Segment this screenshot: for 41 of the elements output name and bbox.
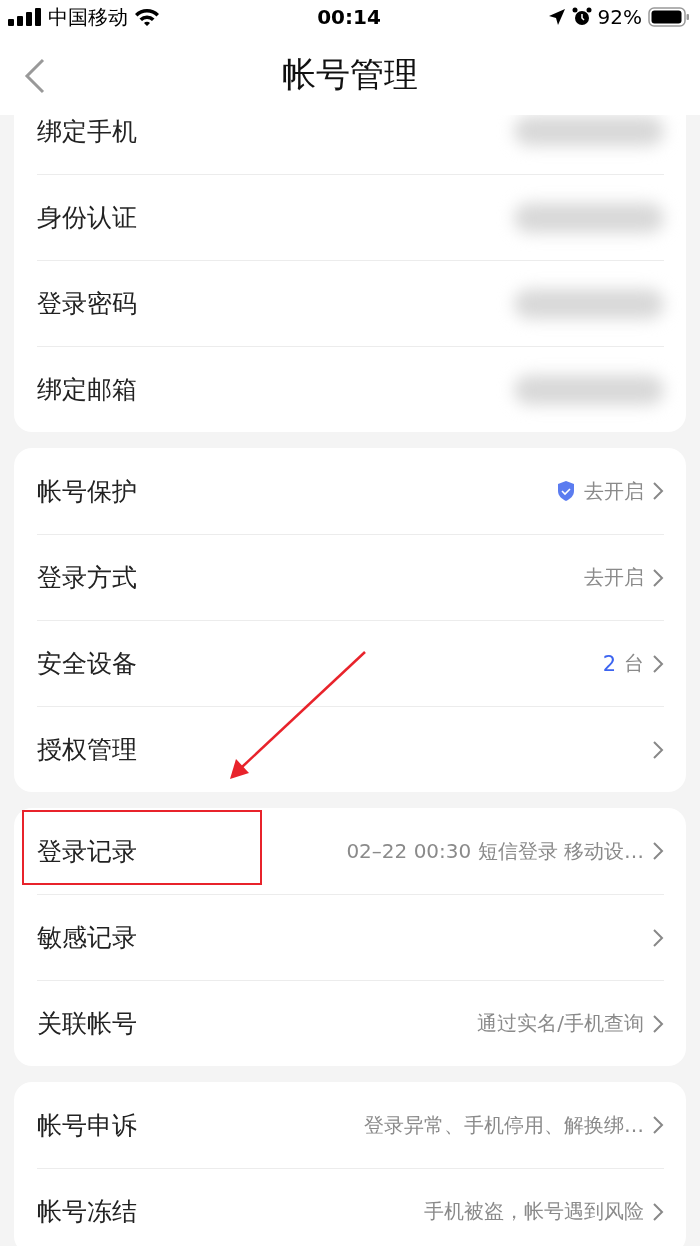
chevron-icon xyxy=(652,567,664,588)
signal-icon xyxy=(8,8,42,26)
chevron-icon xyxy=(652,739,664,760)
chevron-icon xyxy=(652,653,664,674)
device-count: 2 xyxy=(602,651,616,676)
chevron-icon xyxy=(652,1115,664,1135)
carrier-name: 中国移动 xyxy=(48,3,128,31)
back-icon[interactable] xyxy=(24,58,46,94)
row-label[interactable]: 帐号保护 xyxy=(37,474,137,508)
chevron-icon xyxy=(652,927,664,948)
row-label[interactable]: 帐号冻结 xyxy=(37,1195,137,1228)
chevron-icon xyxy=(652,1201,664,1222)
row-label[interactable]: 登录记录 xyxy=(37,834,137,868)
chevron-icon xyxy=(652,1013,664,1034)
row-value: 登录异常、手机停用、解换绑… xyxy=(364,1111,644,1139)
row-label[interactable]: 登录方式 xyxy=(37,561,137,594)
wifi-icon xyxy=(134,7,160,27)
count-unit: 台 xyxy=(624,650,644,677)
row-label[interactable]: 敏感记录 xyxy=(37,921,137,954)
chevron-icon xyxy=(652,481,664,501)
row-label[interactable]: 绑定手机 xyxy=(37,115,137,148)
location-arrow-icon xyxy=(547,8,566,26)
shield-icon xyxy=(556,480,576,502)
row-value: 去开启 xyxy=(584,564,644,591)
row-label[interactable]: 登录密码 xyxy=(37,287,137,320)
row-value: 02–22 00:30 短信登录 移动设… xyxy=(346,837,644,865)
row-label[interactable]: 授权管理 xyxy=(37,733,137,766)
row-value: 手机被盗，帐号遇到风险 xyxy=(424,1198,644,1225)
row-label[interactable]: 帐号申诉 xyxy=(37,1108,137,1142)
alarm-clock-icon xyxy=(571,7,592,27)
row-label[interactable]: 绑定邮箱 xyxy=(37,373,137,406)
row-label[interactable]: 身份认证 xyxy=(37,201,137,234)
row-value: 通过实名/手机查询 xyxy=(477,1010,644,1037)
row-label[interactable]: 安全设备 xyxy=(37,647,137,680)
page-title: 帐号管理 xyxy=(282,52,418,96)
row-value: 去开启 xyxy=(584,477,644,505)
clock-time: 00:14 xyxy=(317,5,381,29)
row-label[interactable]: 关联帐号 xyxy=(37,1007,137,1040)
battery-icon xyxy=(648,7,690,27)
chevron-icon xyxy=(652,841,664,861)
battery-percent: 92% xyxy=(597,5,642,29)
